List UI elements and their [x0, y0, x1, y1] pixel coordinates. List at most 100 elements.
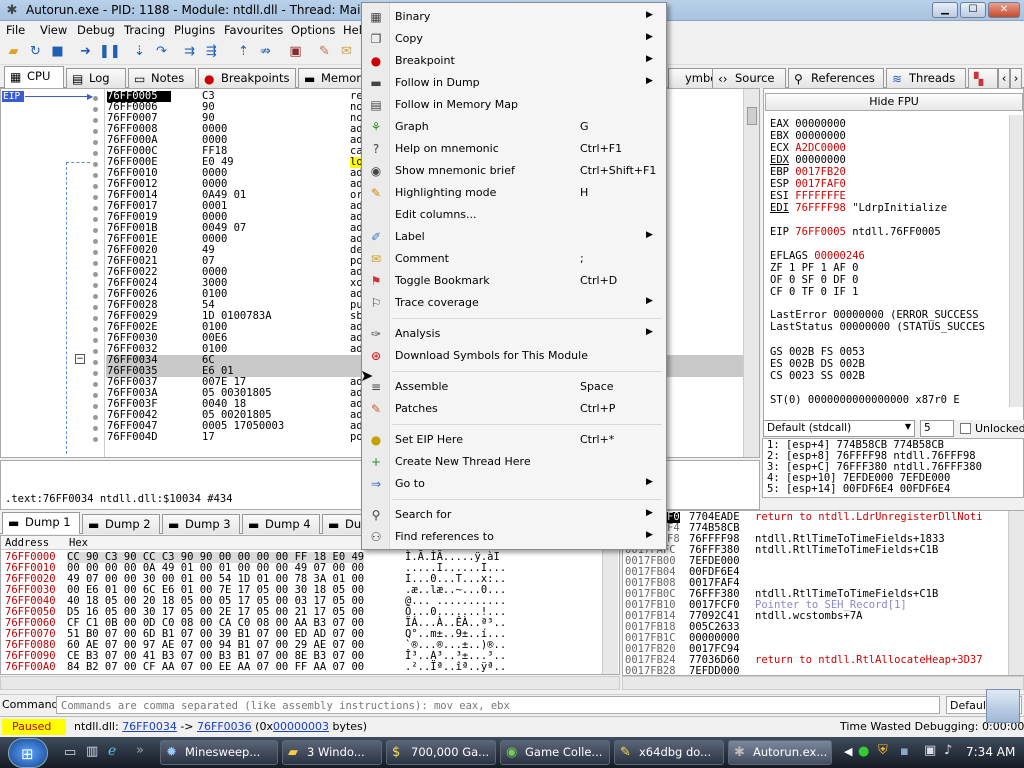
to-address-link[interactable]: 76FF0036: [197, 720, 252, 733]
taskbar-item[interactable]: ◉ Game Colle...: [500, 740, 610, 765]
tray-monitor-icon[interactable]: ▣: [924, 743, 936, 758]
maximize-button[interactable]: ☐: [960, 2, 986, 18]
register-ebx[interactable]: EBX 00000000: [770, 130, 846, 142]
menu-item-show-mnemonic-brief[interactable]: ◉ Show mnemonic brief Ctrl+Shift+F1: [364, 160, 664, 182]
menu-view[interactable]: View: [40, 23, 67, 37]
switch-windows-icon[interactable]: ▥: [86, 744, 98, 759]
breakpoint-slot[interactable]: [93, 404, 98, 409]
menu-item-help-on-mnemonic[interactable]: ? Help on mnemonic Ctrl+F1: [364, 138, 664, 160]
stack-row[interactable]: 0017FB18 005C2633: [623, 622, 1007, 633]
unlocked-checkbox[interactable]: [960, 423, 971, 434]
run-to-user-code-icon[interactable]: ⇏: [257, 43, 274, 60]
tab-cpu[interactable]: ▦ CPU: [4, 66, 64, 88]
menu-item-binary[interactable]: ▦ Binary ▶: [364, 6, 664, 28]
taskbar-item[interactable]: ▰ 3 Windo...: [282, 740, 382, 765]
breakpoint-slot[interactable]: [93, 250, 98, 255]
breakpoint-slot[interactable]: [93, 151, 98, 156]
menu-item-find-references-to[interactable]: ⚇ Find references to ▶: [364, 526, 664, 548]
taskbar-item[interactable]: ✹ Minesweep...: [160, 740, 278, 765]
stack-row[interactable]: 0017FB24 77036D60 return to ntdll.RtlAlloc…: [623, 655, 1007, 666]
menu-item-highlighting-mode[interactable]: ✎ Highlighting mode H: [364, 182, 664, 204]
breakpoint-slot[interactable]: [93, 162, 98, 167]
breakpoint-slot[interactable]: [93, 107, 98, 112]
menu-item-analysis[interactable]: ✑ Analysis ▶: [364, 323, 664, 345]
comment-icon[interactable]: ✉: [338, 43, 355, 60]
breakpoint-slot[interactable]: [93, 140, 98, 145]
menu-options[interactable]: Options: [291, 23, 335, 37]
argument-count-spinbox[interactable]: 5: [920, 420, 954, 437]
trace-over-icon[interactable]: ⇶: [203, 43, 220, 60]
stack-argument[interactable]: 5: [esp+14] 00FDF6E4 00FDF6E4: [767, 484, 950, 495]
breakpoint-slot[interactable]: [93, 437, 98, 442]
breakpoint-slot[interactable]: [93, 206, 98, 211]
stack-row[interactable]: F0 7704EADE return to ntdll.LdrUnregisterD…: [623, 512, 1007, 523]
register-ecx[interactable]: ECX A2DC0000: [770, 142, 846, 154]
tray-volume-icon[interactable]: ♪: [944, 743, 952, 758]
close-button[interactable]: ✕: [988, 2, 1020, 18]
tab-memory[interactable]: ▬ Memor: [298, 68, 362, 88]
show-desktop-icon[interactable]: ▭: [64, 745, 76, 760]
breakpoint-slot[interactable]: [93, 305, 98, 310]
breakpoint-slot[interactable]: [93, 283, 98, 288]
register-ebp[interactable]: EBP 0017FB20: [770, 166, 846, 178]
tab-dump-3[interactable]: ▬ Dump 3: [162, 514, 240, 534]
menu-item-edit-columns[interactable]: Edit columns...: [364, 204, 664, 226]
tray-security-icon[interactable]: ⛨: [878, 743, 888, 758]
eflags-value[interactable]: 00000246: [814, 250, 865, 262]
breakpoint-slot[interactable]: [93, 338, 98, 343]
trace-into-icon[interactable]: ⇉: [181, 43, 198, 60]
breakpoint-slot[interactable]: [93, 382, 98, 387]
stack-row[interactable]: 0017FAFC 76FFF380 ntdll.RtlTimeToTimeField…: [623, 545, 1007, 556]
menu-item-graph[interactable]: ⚘ Graph G: [364, 116, 664, 138]
restart-icon[interactable]: ↻: [27, 43, 44, 60]
tab-scroll-right[interactable]: ›: [1010, 68, 1022, 88]
collapse-toggle[interactable]: −: [75, 354, 85, 364]
disassembly-scrollbar[interactable]: [743, 89, 759, 457]
stop-icon[interactable]: ■: [49, 43, 66, 60]
menu-item-set-eip-here[interactable]: ● Set EIP Here Ctrl+*: [364, 429, 664, 451]
menu-plugins[interactable]: Plugins: [174, 23, 215, 37]
taskbar-item[interactable]: ✱ Autorun.ex...: [728, 740, 832, 765]
menu-item-label[interactable]: ✐ Label ▶: [364, 226, 664, 248]
menu-item-assemble[interactable]: ≡ Assemble Space: [364, 376, 664, 398]
tab-references[interactable]: ⚲ References: [788, 68, 884, 88]
stack-row[interactable]: 0017FB1C 00000000: [623, 633, 1007, 644]
script-icon[interactable]: ▣: [287, 43, 304, 60]
breakpoint-slot[interactable]: [93, 173, 98, 178]
menu-item-trace-coverage[interactable]: ⚐ Trace coverage ▶: [364, 292, 664, 314]
menu-item-go-to[interactable]: ⇒ Go to ▶: [364, 473, 664, 495]
taskbar-item[interactable]: ✎ x64dbg do...: [614, 740, 724, 765]
tab-dump-2[interactable]: ▬ Dump 2: [82, 514, 160, 534]
register-eax[interactable]: EAX 00000000: [770, 118, 846, 130]
hide-fpu-button[interactable]: Hide FPU: [765, 93, 1023, 111]
tab-dump-5[interactable]: ▬ Du: [322, 514, 362, 534]
breakpoint-slot[interactable]: [93, 294, 98, 299]
patch-icon[interactable]: ✎: [316, 43, 333, 60]
tab-overflow[interactable]: ▚: [968, 68, 998, 88]
hex-dump[interactable]: Address Hex 76FF0000 CC 90 C3 90 CC C3 90…: [0, 535, 620, 675]
taskbar-item[interactable]: $700,000 Ga...: [386, 740, 496, 765]
register-edx[interactable]: EDX 00000000: [770, 154, 846, 166]
breakpoint-slot[interactable]: [93, 360, 98, 365]
breakpoint-slot[interactable]: [93, 349, 98, 354]
menu-item-copy[interactable]: ❐ Copy ▶: [364, 28, 664, 50]
register-edi[interactable]: EDI 76FFFF98 "LdrpInitialize: [770, 202, 947, 214]
clock[interactable]: 7:34 AM: [966, 745, 1015, 759]
size-link[interactable]: 00000003: [273, 720, 329, 733]
menu-item-create-new-thread-here[interactable]: + Create New Thread Here: [364, 451, 664, 473]
breakpoint-slot[interactable]: [93, 228, 98, 233]
breakpoint-slot[interactable]: [93, 415, 98, 420]
menu-favourites[interactable]: Favourites: [224, 23, 283, 37]
breakpoint-slot[interactable]: [93, 239, 98, 244]
register-esi[interactable]: ESI FFFFFFFE: [770, 190, 846, 202]
seg-row-1[interactable]: GS 002B FS 0053: [770, 346, 865, 358]
menu-item-comment[interactable]: ✉ Comment;: [364, 248, 664, 270]
tab-notes[interactable]: ▭ Notes: [128, 68, 196, 88]
registers-scrollbar[interactable]: [1009, 115, 1023, 407]
menu-item-follow-in-memory-map[interactable]: ▤ Follow in Memory Map: [364, 94, 664, 116]
menu-tracing[interactable]: Tracing: [124, 23, 165, 37]
tab-breakpoints[interactable]: ● Breakpoints: [198, 68, 296, 88]
seg-row-2[interactable]: ES 002B DS 002B: [770, 358, 865, 370]
help-corner-icon[interactable]: [986, 689, 1020, 723]
taskbar-chevron-icon[interactable]: »: [136, 743, 144, 758]
